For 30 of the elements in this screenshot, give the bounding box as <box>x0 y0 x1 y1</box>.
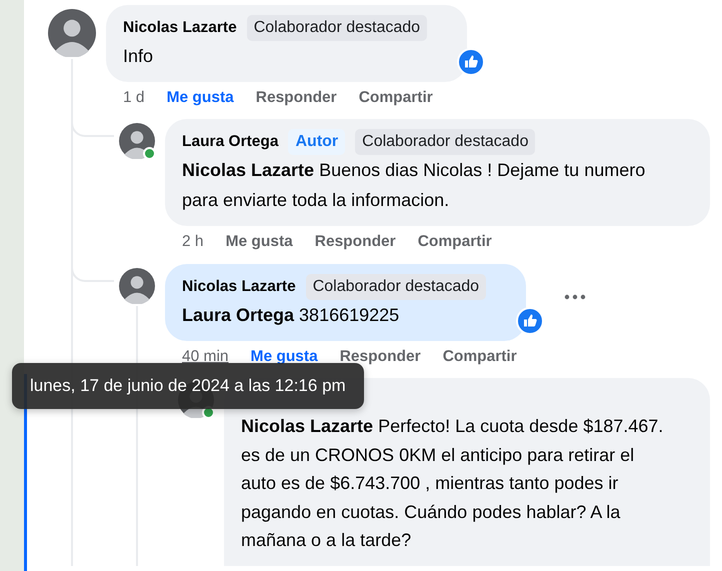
action-link[interactable]: Compartir <box>358 89 433 107</box>
author-badge: Colaborador destacado <box>306 274 486 300</box>
comment-text: Laura Ortega 3816619225 <box>182 304 400 327</box>
avatar-icon[interactable] <box>119 268 155 304</box>
comment-text: Nicolas Lazarte Perfecto! La cuota desde $187.467. es de un CRONOS 0KM el anticipo para retirar el auto es de $6.743.700 , mientras tanto podes ir pagando en cuotas. Cuándo podes hablar? A la mañana o a la tarde? <box>241 415 664 552</box>
action-link[interactable]: Me gusta <box>250 348 318 366</box>
more-icon <box>564 294 586 300</box>
avatar-icon[interactable] <box>48 9 96 57</box>
comment-text: Info <box>123 45 154 68</box>
author-badge: Autor <box>288 129 346 155</box>
date-tooltip: lunes, 17 de junio de 2024 a las 12:16 pm <box>12 363 364 409</box>
action-link[interactable]: Compartir <box>442 348 517 366</box>
author-badge: Colaborador destacado <box>246 15 428 41</box>
action-link[interactable]: Compartir <box>418 233 492 251</box>
action-link[interactable]: Me gusta <box>226 233 293 251</box>
author-name[interactable]: Nicolas Lazarte <box>182 274 296 300</box>
author-badge: Colaborador destacado <box>355 129 536 155</box>
timestamp-link[interactable]: 2 h <box>182 233 204 251</box>
thumbs-up-icon[interactable] <box>516 307 544 335</box>
action-link[interactable]: Responder <box>340 348 421 366</box>
action-link[interactable]: Me gusta <box>166 89 234 107</box>
timestamp-link[interactable]: 1 d <box>123 89 145 107</box>
timestamp-link[interactable]: 40 min <box>182 348 229 366</box>
action-link[interactable]: Responder <box>314 233 396 251</box>
avatar-icon[interactable] <box>119 123 155 159</box>
action-link[interactable]: Responder <box>256 89 337 107</box>
comment-text: Nicolas Lazarte Buenos dias Nicolas ! Dejame tu numero para enviarte toda la informacion. <box>182 159 646 212</box>
thumbs-up-icon[interactable] <box>457 48 486 76</box>
author-name[interactable]: Nicolas Lazarte <box>123 15 237 41</box>
author-name[interactable]: Laura Ortega <box>182 129 278 155</box>
